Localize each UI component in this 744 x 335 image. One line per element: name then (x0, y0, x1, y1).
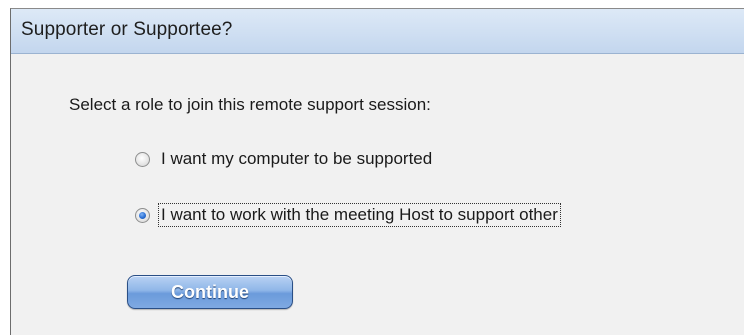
continue-button[interactable]: Continue (127, 275, 293, 309)
option-be-supported[interactable]: I want my computer to be supported (135, 146, 434, 172)
role-prompt: Select a role to join this remote suppor… (69, 95, 431, 114)
radio-support-others[interactable] (135, 207, 150, 223)
radio-be-supported[interactable] (135, 151, 150, 167)
option-support-others[interactable]: I want to work with the meeting Host to … (135, 202, 561, 228)
title-bar[interactable]: Supporter or Supportee? (11, 9, 744, 54)
role-dialog: Supporter or Supportee? Select a role to… (10, 8, 744, 335)
dialog-title: Supporter or Supportee? (21, 19, 233, 40)
option-label-be-supported[interactable]: I want my computer to be supported (159, 148, 434, 170)
option-label-support-others[interactable]: I want to work with the meeting Host to … (158, 203, 561, 227)
